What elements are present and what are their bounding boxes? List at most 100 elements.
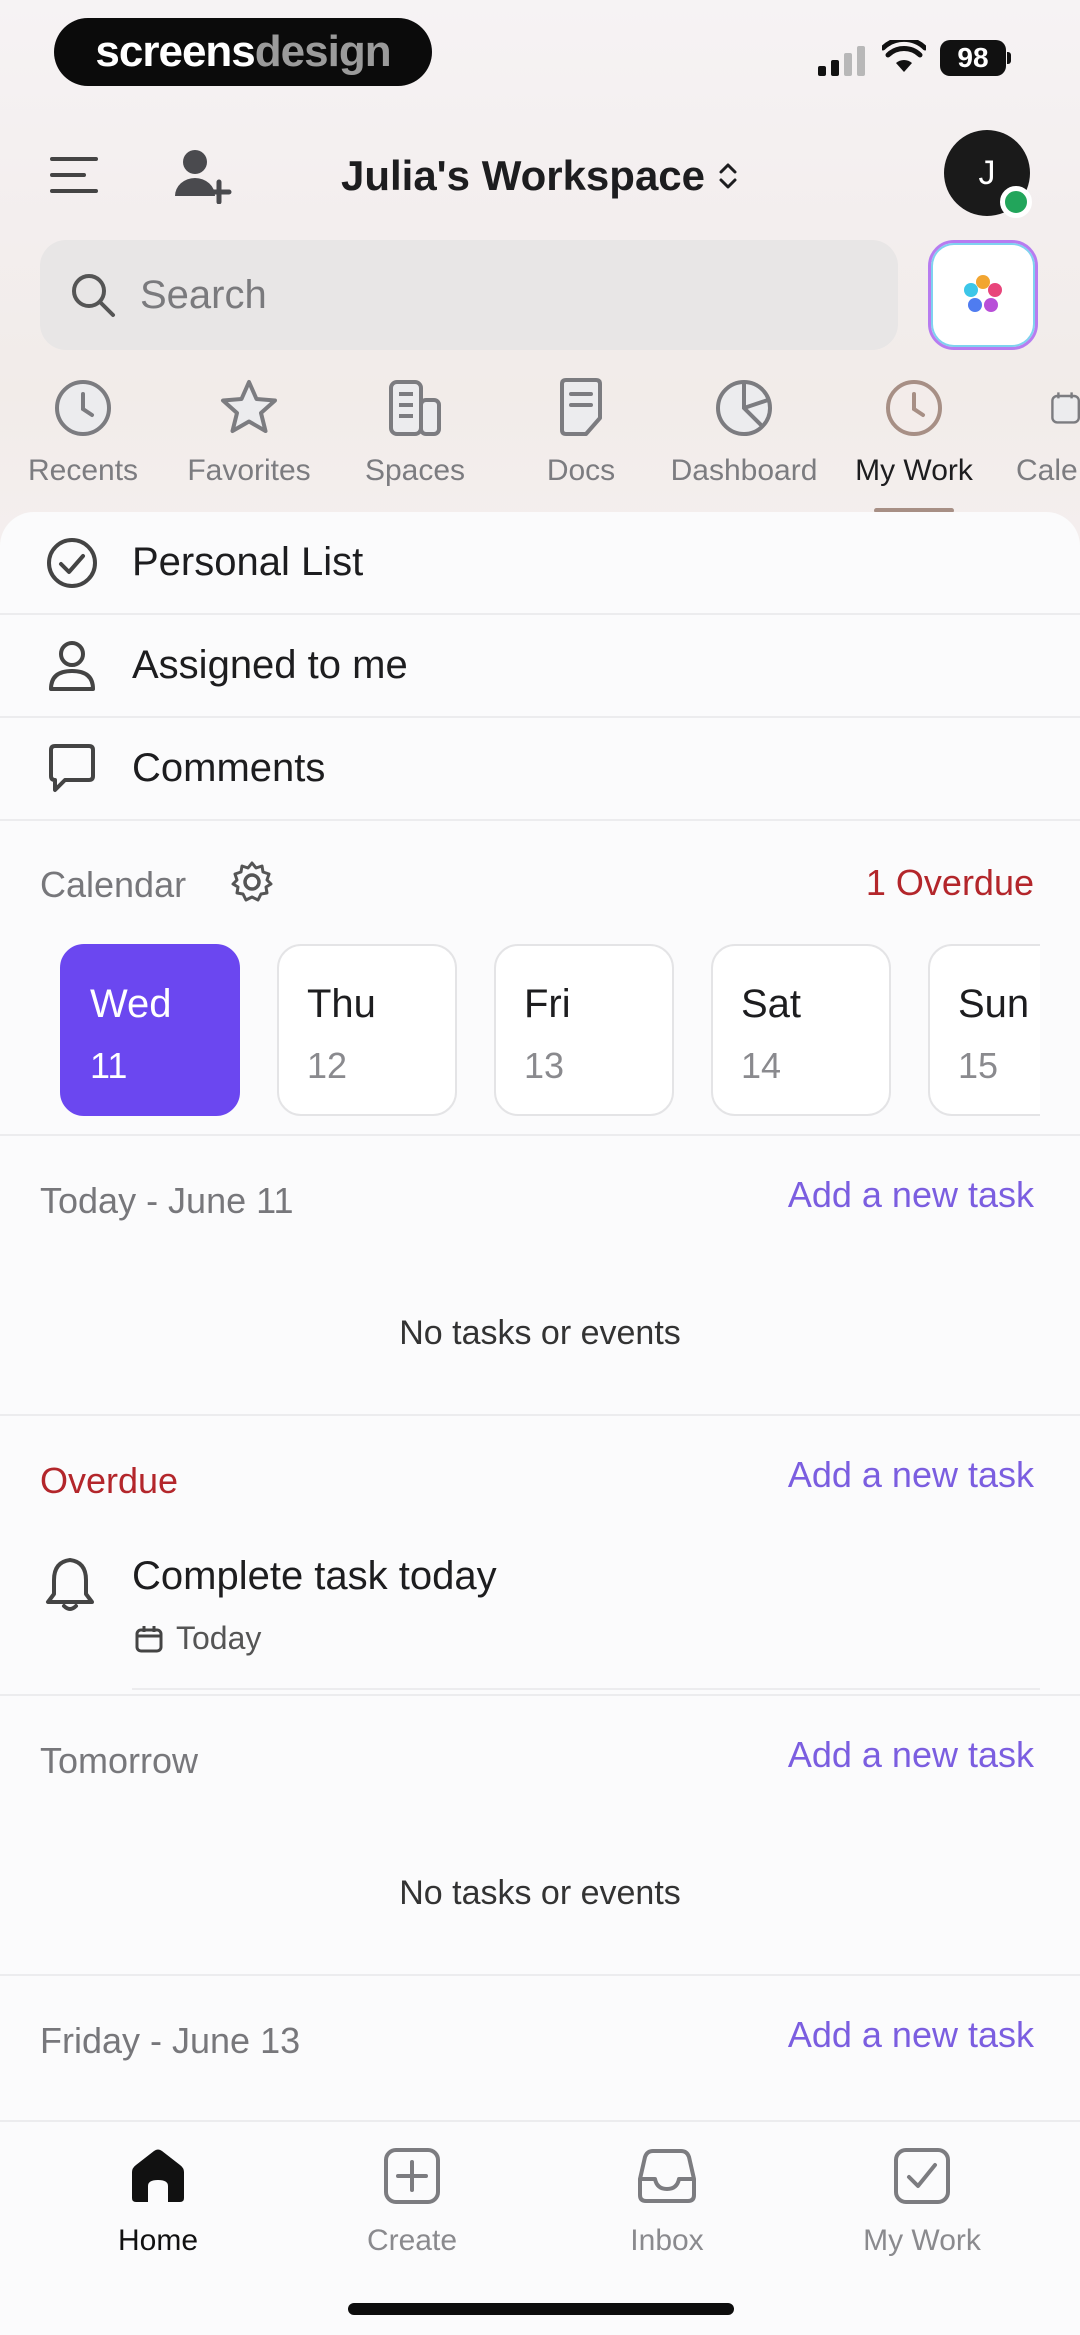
battery-level: 98 — [957, 42, 989, 73]
menu-label: Assigned to me — [132, 643, 408, 687]
nav-inbox[interactable]: Inbox — [557, 2138, 777, 2258]
task-separator — [132, 1688, 1040, 1690]
day-card[interactable]: Sat 14 — [711, 944, 891, 1116]
brand-text-2: design — [254, 27, 392, 76]
calendar-icon — [135, 1625, 163, 1652]
tab-label: Recents — [27, 454, 139, 487]
tab-label: My Work — [855, 454, 973, 487]
doc-icon — [560, 378, 602, 436]
online-status-dot — [1000, 186, 1032, 218]
tab-calendar[interactable]: Cale — [1010, 372, 1080, 488]
divider — [0, 1974, 1080, 1976]
day-card-clip: Sun 15 — [928, 944, 1040, 1116]
nav-label: Home — [117, 2224, 199, 2257]
section-title-friday: Friday - June 13 — [40, 2020, 301, 2061]
calendar-icon — [1051, 392, 1080, 424]
star-icon — [221, 380, 277, 433]
spaces-icon — [389, 380, 441, 436]
home-icon — [132, 2149, 184, 2202]
home-indicator — [348, 2303, 734, 2315]
ai-assistant-button[interactable] — [928, 240, 1038, 350]
day-number: 11 — [90, 1045, 128, 1086]
battery-nub — [1007, 52, 1011, 64]
tab-my-work[interactable]: My Work — [834, 372, 994, 488]
add-task-link[interactable]: Add a new task — [700, 1454, 1034, 1496]
gear-icon[interactable] — [230, 860, 274, 909]
tab-spaces[interactable]: Spaces — [335, 372, 495, 488]
menu-label: Personal List — [132, 540, 364, 584]
day-number: 14 — [741, 1045, 782, 1086]
nav-label: Inbox — [630, 2224, 704, 2257]
day-number: 13 — [524, 1045, 565, 1086]
add-user-icon[interactable] — [172, 146, 234, 204]
divider — [0, 1134, 1080, 1136]
day-card[interactable]: Wed 11 — [60, 944, 240, 1116]
nav-create[interactable]: Create — [302, 2138, 522, 2258]
menu-comments[interactable]: Comments — [0, 718, 1080, 821]
chevron-up-down-icon — [719, 163, 737, 189]
overdue-count-badge[interactable]: 1 Overdue — [760, 862, 1034, 904]
empty-state-text: No tasks or events — [399, 1314, 681, 1352]
task-due-label: Today — [176, 1620, 262, 1656]
check-square-icon — [894, 2148, 950, 2204]
day-card[interactable]: Fri 13 — [494, 944, 674, 1116]
empty-state-text: No tasks or events — [399, 1874, 681, 1912]
brand-watermark: screens design — [54, 18, 432, 86]
day-name: Fri — [524, 982, 571, 1026]
brand-text-1: screens — [95, 27, 255, 76]
divider — [0, 1694, 1080, 1696]
tab-label: Favorites — [187, 454, 311, 487]
calendar-title: Calendar — [40, 864, 187, 905]
pie-chart-icon — [716, 380, 772, 436]
clock-icon — [886, 380, 942, 436]
task-due-date: Today — [134, 1620, 261, 1657]
menu-label: Comments — [132, 746, 326, 790]
tab-label: Cale — [1016, 454, 1078, 487]
workspace-switcher[interactable]: Julia's Workspace — [300, 148, 780, 204]
clock-icon — [55, 380, 111, 436]
divider — [0, 1414, 1080, 1416]
user-icon — [49, 640, 95, 691]
day-name: Wed — [90, 982, 172, 1026]
day-number: 12 — [307, 1045, 348, 1086]
task-title[interactable]: Complete task today — [132, 1554, 497, 1599]
section-title-today: Today - June 11 — [40, 1180, 294, 1221]
workspace-name: Julia's Workspace — [340, 152, 706, 199]
search-bar[interactable] — [40, 240, 898, 350]
day-name: Sun — [958, 982, 1030, 1026]
plus-square-icon — [384, 2148, 440, 2204]
comment-icon — [49, 743, 95, 792]
nav-my-work[interactable]: My Work — [812, 2138, 1032, 2258]
day-card[interactable]: Sun 15 — [928, 944, 1040, 1116]
add-task-link[interactable]: Add a new task — [700, 1734, 1034, 1776]
avatar-initial: J — [978, 153, 996, 192]
cellular-signal-icon — [818, 46, 865, 76]
menu-personal-list[interactable]: Personal List — [0, 512, 1080, 615]
check-circle-icon — [47, 537, 97, 588]
nav-label: My Work — [863, 2224, 981, 2257]
add-task-link[interactable]: Add a new task — [700, 1174, 1034, 1216]
add-task-link[interactable]: Add a new task — [700, 2014, 1034, 2056]
tab-docs[interactable]: Docs — [501, 372, 661, 488]
section-title-tomorrow: Tomorrow — [40, 1740, 199, 1781]
tab-favorites[interactable]: Favorites — [169, 372, 329, 488]
section-title-overdue: Overdue — [40, 1460, 179, 1501]
ai-sparkle-icon — [964, 275, 1002, 312]
tab-recents[interactable]: Recents — [3, 372, 163, 488]
bell-icon — [44, 1556, 96, 1617]
inbox-icon — [638, 2149, 696, 2203]
tab-dashboard[interactable]: Dashboard — [664, 372, 824, 488]
wifi-icon — [880, 36, 928, 79]
nav-label: Create — [366, 2224, 458, 2257]
tab-label: Docs — [546, 454, 616, 487]
tab-label: Spaces — [364, 454, 466, 487]
search-icon — [72, 274, 115, 317]
battery-indicator: 98 — [940, 40, 1006, 76]
menu-assigned-to-me[interactable]: Assigned to me — [0, 615, 1080, 718]
tab-label: Dashboard — [670, 454, 818, 487]
day-number: 15 — [958, 1045, 999, 1086]
day-card[interactable]: Thu 12 — [277, 944, 457, 1116]
search-input[interactable] — [140, 272, 840, 318]
nav-home[interactable]: Home — [48, 2138, 268, 2258]
menu-icon[interactable] — [46, 150, 102, 200]
